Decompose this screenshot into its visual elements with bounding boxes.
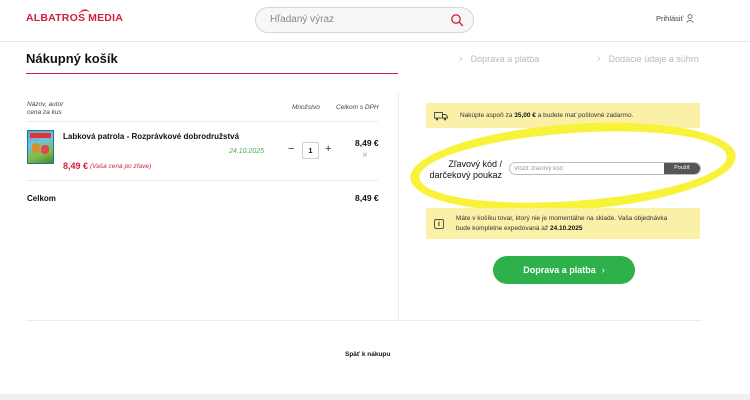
stock-date: 24.10.2025 [549,224,583,232]
step-label: Doprava a platba [470,54,540,64]
checkout-shipping-button[interactable]: Doprava a platba › [493,256,635,284]
apply-coupon-button[interactable]: Použiť [664,163,700,174]
coupon-label: Zľavový kód / darčekový poukaz [428,159,502,181]
chevron-right-icon: › [601,265,605,275]
stock-warning-banner: i Máte v košíku tovar, ktorý nie je mome… [426,208,700,239]
logo-word-media: MEDIA [88,12,123,24]
ship-amount: 35,00 € [514,112,536,119]
column-header-total: Celkom s DPH [336,104,379,111]
total-value: 8,49 € [355,193,379,203]
column-header-quantity: Množstvo [292,104,320,111]
price-note: (Vaša cena po zľave) [90,163,152,170]
coupon-field[interactable]: Použiť [509,162,701,175]
coupon-input[interactable] [514,164,664,174]
column-header-name-line1: Názov, autor [27,101,64,108]
user-icon [686,14,695,23]
column-header-name: Názov, autor cena za kus [27,101,63,117]
stock-line1: Máte v košíku tovar, ktorý nie je moment… [456,214,668,222]
coupon-label-line1: Zľavový kód / [448,159,502,169]
unit-price: 8,49 € [63,161,89,171]
free-shipping-banner: Nakúpte aspoň za 35,00 € a budete mať po… [426,103,700,128]
ship-prefix: Nakúpte aspoň za [460,112,513,119]
logo-wing-icon [78,9,90,14]
search-icon[interactable] [450,13,464,27]
close-icon[interactable]: × [362,150,368,161]
column-divider [398,93,399,321]
total-label: Celkom [27,194,56,203]
table-header-divider [26,121,378,122]
step-shipping-payment: › Doprava a platba [459,53,539,65]
stock-warning-text: Máte v košíku tovar, ktorý nie je moment… [456,214,667,234]
logo-word-albatros: ALBATROS [26,12,86,24]
quantity-input[interactable]: 1 [302,142,319,159]
active-step-underline [26,73,398,74]
minus-icon[interactable]: − [288,143,294,155]
item-total-price: 8,49 € [355,138,379,148]
brand-logo[interactable]: ALBATROS MEDIA [26,12,123,24]
stock-line2-prefix: bude kompletne expedovaná až [456,224,549,232]
product-title[interactable]: Labková patrola - Rozprávkové dobrodružs… [63,132,239,141]
login-label: Prihlásiť [656,14,684,23]
page-title: Nákupný košík [26,51,118,66]
coupon-label-line2: darčekový poukaz [429,170,502,180]
chevron-right-icon: › [459,53,463,65]
product-cover-image[interactable] [27,130,54,164]
availability-date: 24.10.2025 [229,148,265,155]
ship-suffix: a budete mať poštovné zadarmo. [537,112,634,119]
content-bottom-divider [26,320,702,321]
info-icon: i [434,218,444,229]
step-delivery-summary: › Dodacie údaje a súhrn [597,53,699,65]
column-header-name-line2: cena za kus [27,109,62,116]
truck-icon [434,111,448,120]
search-input[interactable] [270,14,440,25]
plus-icon[interactable]: + [325,143,331,155]
back-to-shopping-link[interactable]: Späť k nákupu [345,351,390,358]
footer-strip [0,394,750,400]
step-label: Dodacie údaje a súhrn [608,54,699,64]
checkout-button-label: Doprava a platba [523,265,596,275]
login-link[interactable]: Prihlásiť [656,14,695,23]
search-bar[interactable] [255,7,474,33]
free-shipping-text: Nakúpte aspoň za 35,00 € a budete mať po… [460,112,633,119]
item-row-divider [26,180,378,181]
chevron-right-icon: › [597,53,601,65]
header-divider [0,41,750,42]
